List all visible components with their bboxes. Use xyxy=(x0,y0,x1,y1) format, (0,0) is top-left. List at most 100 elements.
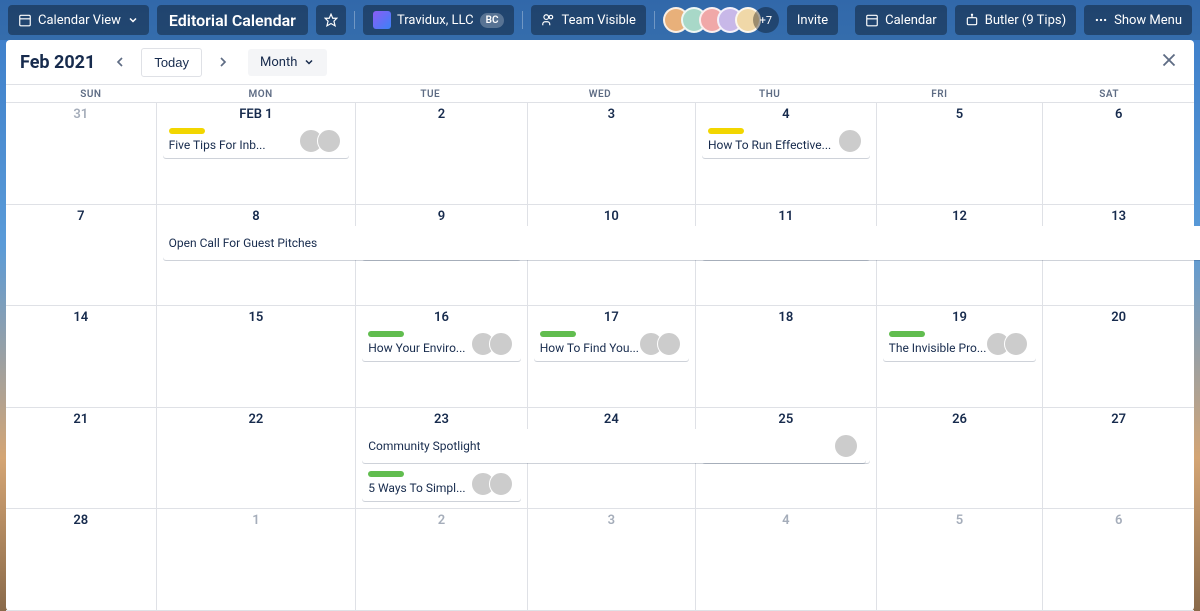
calendar-day-cell[interactable]: 22 xyxy=(157,408,357,510)
close-calendar-button[interactable] xyxy=(1158,49,1180,75)
calendar-day-cell[interactable]: 17 How To Find You... xyxy=(528,306,696,408)
calendar-day-cell[interactable]: 21 xyxy=(6,408,157,510)
calendar-day-cell[interactable]: 1 xyxy=(157,509,357,611)
weekday-label: TUE xyxy=(345,85,515,102)
card-avatars xyxy=(834,434,858,458)
card-title: The Invisible Pro... xyxy=(889,341,987,355)
date-number: 7 xyxy=(10,209,152,224)
card-title: How To Find You... xyxy=(540,341,639,355)
card-label xyxy=(540,331,576,337)
calendar-day-cell[interactable]: FEB 1 Five Tips For Inb... xyxy=(157,103,357,205)
calendar-card[interactable]: Open Call For Guest Pitches xyxy=(163,226,1200,260)
weekday-label: FRI xyxy=(855,85,1025,102)
date-number: 5 xyxy=(881,107,1039,122)
date-number: 2 xyxy=(360,513,522,528)
star-button[interactable] xyxy=(316,5,346,35)
date-number: 13 xyxy=(1047,209,1190,224)
chevron-down-icon xyxy=(303,56,315,68)
workspace-icon xyxy=(373,11,391,29)
member-avatar[interactable] xyxy=(834,434,858,458)
calendar-day-cell[interactable]: 2 xyxy=(356,509,527,611)
card-title: How To Run Effective... xyxy=(708,138,838,152)
view-mode-selector[interactable]: Month xyxy=(248,49,327,76)
calendar-day-cell[interactable]: 4 xyxy=(696,509,877,611)
workspace-pill[interactable]: Travidux, LLC BC xyxy=(363,5,515,35)
calendar-day-cell[interactable]: 3 xyxy=(528,509,696,611)
calendar-card[interactable]: 5 Ways To Simpl... xyxy=(362,467,520,501)
calendar-card[interactable]: The Invisible Pro... xyxy=(883,327,1037,361)
calendar-day-cell[interactable]: 2 xyxy=(356,103,527,205)
calendar-view-label: Calendar View xyxy=(38,13,121,28)
date-number: 31 xyxy=(10,107,152,122)
menu-dots-icon xyxy=(1094,13,1108,27)
date-number: 10 xyxy=(532,209,691,224)
member-avatar[interactable] xyxy=(317,129,341,153)
calendar-card[interactable]: How Your Enviro... xyxy=(362,327,520,361)
card-label xyxy=(169,128,205,134)
member-avatar[interactable] xyxy=(1004,332,1028,356)
member-avatar[interactable] xyxy=(489,472,513,496)
member-avatar[interactable] xyxy=(657,332,681,356)
today-button[interactable]: Today xyxy=(141,48,202,77)
card-label xyxy=(889,331,925,337)
calendar-day-cell[interactable]: 8Open Call For Guest Pitches xyxy=(157,205,357,307)
calendar-icon xyxy=(865,13,879,27)
calendar-day-cell[interactable]: 31 xyxy=(6,103,157,205)
calendar-view-switcher[interactable]: Calendar View xyxy=(8,5,149,35)
date-number: 3 xyxy=(532,513,691,528)
next-month-button[interactable] xyxy=(208,47,238,77)
card-title: Open Call For Guest Pitches xyxy=(169,236,1200,250)
calendar-day-cell[interactable]: 16How Your Enviro... xyxy=(356,306,527,408)
calendar-card[interactable]: Five Tips For Inb... xyxy=(163,124,350,158)
butler-icon xyxy=(965,13,979,27)
calendar-day-cell[interactable]: 27 xyxy=(1043,408,1194,510)
date-number: 9 xyxy=(360,209,522,224)
member-overflow[interactable]: +7 xyxy=(753,7,779,33)
weekday-label: SUN xyxy=(6,85,176,102)
date-number: 12 xyxy=(881,209,1039,224)
calendar-day-cell[interactable]: 5 xyxy=(877,103,1044,205)
date-number: 6 xyxy=(1047,107,1190,122)
member-avatar[interactable] xyxy=(489,332,513,356)
weekday-label: WED xyxy=(515,85,685,102)
calendar-day-cell[interactable]: 26 xyxy=(877,408,1044,510)
card-title: Five Tips For Inb... xyxy=(169,138,300,152)
member-avatars[interactable]: +7 xyxy=(663,7,779,33)
card-avatars xyxy=(838,129,862,153)
date-number: FEB 1 xyxy=(161,107,352,122)
calendar-day-cell[interactable]: 4How To Run Effective... xyxy=(696,103,877,205)
separator xyxy=(654,11,655,29)
calendar-day-cell[interactable]: 23Community Spotlight5 Ways To Simpl... xyxy=(356,408,527,510)
show-menu-button[interactable]: Show Menu xyxy=(1084,5,1192,35)
calendar-day-cell[interactable]: 18 xyxy=(696,306,877,408)
calendar-day-cell[interactable]: 14 xyxy=(6,306,157,408)
calendar-card[interactable]: How To Run Effective... xyxy=(702,124,870,158)
invite-button[interactable]: Invite xyxy=(787,5,838,35)
prev-month-button[interactable] xyxy=(105,47,135,77)
calendar-day-cell[interactable]: 3 xyxy=(528,103,696,205)
calendar-day-cell[interactable]: 20 xyxy=(1043,306,1194,408)
date-number: 20 xyxy=(1047,310,1190,325)
calendar-day-cell[interactable]: 28 xyxy=(6,509,157,611)
date-number: 4 xyxy=(700,513,872,528)
date-number: 26 xyxy=(881,412,1039,427)
calendar-card[interactable]: Community Spotlight xyxy=(362,429,865,463)
date-number: 17 xyxy=(532,310,691,325)
card-label xyxy=(368,331,404,337)
calendar-day-cell[interactable]: 6 xyxy=(1043,509,1194,611)
visibility-button[interactable]: Team Visible xyxy=(531,5,645,35)
calendar-day-cell[interactable]: 6 xyxy=(1043,103,1194,205)
calendar-day-cell[interactable]: 5 xyxy=(877,509,1044,611)
calendar-powerup-button[interactable]: Calendar xyxy=(855,5,947,35)
calendar-card[interactable]: How To Find You... xyxy=(534,327,689,361)
calendar-day-cell[interactable]: 19The Invisible Pro... xyxy=(877,306,1044,408)
butler-button[interactable]: Butler (9 Tips) xyxy=(955,5,1076,35)
date-number: 21 xyxy=(10,412,152,427)
calendar-day-cell[interactable]: 15 xyxy=(157,306,357,408)
calendar-day-cell[interactable]: 7 xyxy=(6,205,157,307)
date-number: 28 xyxy=(10,513,152,528)
board-title[interactable]: Editorial Calendar xyxy=(157,5,308,35)
member-avatar[interactable] xyxy=(838,129,862,153)
date-number: 2 xyxy=(360,107,522,122)
calendar-panel: Feb 2021 Today Month SUNMONTUEWEDTHUFRIS… xyxy=(6,40,1194,611)
